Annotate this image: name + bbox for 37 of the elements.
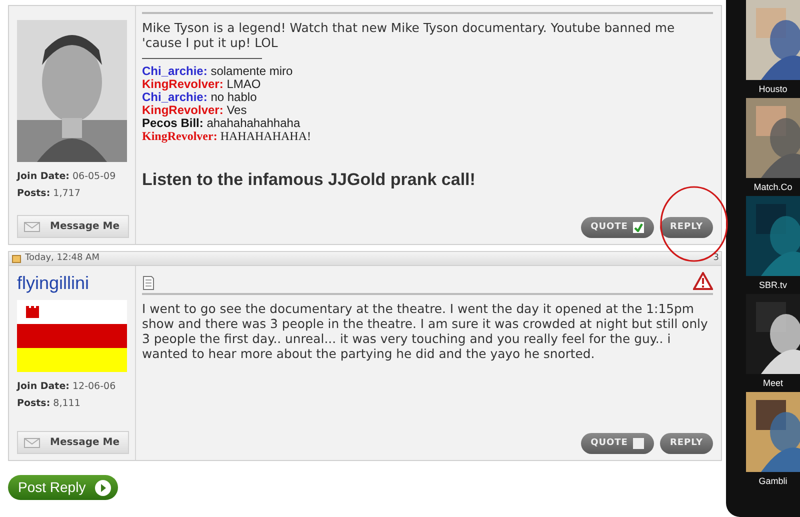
- reply-button[interactable]: REPLY: [660, 433, 713, 454]
- join-date: Join Date: 06-05-09: [17, 170, 117, 184]
- username[interactable]: flyingillini: [17, 272, 127, 294]
- signature-line: KingRevolver: Ves: [142, 104, 248, 117]
- play-icon: [94, 478, 112, 496]
- post-icon: [12, 254, 21, 263]
- join-date: Join Date: 12-06-06: [17, 380, 117, 394]
- post-message: I went to go see the documentary at the theatre. I went the day it opened at the 1:15pm show and there was 3 people in the theatre. I am sure it was crowded at night but still only 3 people the first day.. unreal... it was very touching and you really feel for the guy.. i wanted to hear more about the partying he did and the yayo he snorted.: [142, 301, 709, 361]
- quote-button[interactable]: QUOTE: [580, 433, 654, 454]
- quote-checkbox[interactable]: [632, 222, 644, 233]
- signature-line: KingRevolver: LMAO: [142, 78, 262, 91]
- video-caption[interactable]: Meet: [746, 377, 800, 389]
- post-message: Mike Tyson is a legend! Watch that new Mike Tyson documentary. Youtube banned me 'cause I put it up! LOL: [142, 20, 676, 50]
- warning-icon: [693, 272, 713, 290]
- signature-line: Chi_archie: solamente miro: [142, 65, 294, 78]
- reply-button[interactable]: REPLY: [660, 217, 713, 238]
- quote-button[interactable]: QUOTE: [580, 217, 654, 238]
- post-count: Posts: 8,111: [17, 397, 82, 411]
- checkmark-icon: [634, 223, 643, 232]
- video-caption[interactable]: Match.Co: [746, 181, 800, 193]
- message-me-button[interactable]: Message Me: [17, 215, 129, 238]
- post-date: Today, 12:48 AM: [25, 252, 100, 265]
- post-count: Posts: 1,717: [17, 187, 82, 201]
- signature-line: KingRevolver: HAHAHAHAHA!: [142, 130, 312, 143]
- signature-line: Pecos Bill: ahahahahahhaha: [142, 117, 302, 130]
- video-caption[interactable]: Housto: [746, 83, 800, 95]
- signature-link[interactable]: Listen to the infamous JJGold prank call!: [142, 167, 713, 192]
- quote-checkbox[interactable]: [632, 438, 644, 449]
- signature-line: Chi_archie: no hablo: [142, 91, 258, 104]
- video-caption[interactable]: Gambli: [746, 475, 800, 487]
- post-number: 3: [713, 252, 719, 265]
- document-icon: [142, 276, 154, 290]
- post-reply-button[interactable]: Post Reply: [8, 475, 118, 500]
- video-caption[interactable]: SBR.tv: [746, 279, 800, 291]
- envelope-icon: [24, 438, 40, 448]
- envelope-icon: [24, 222, 40, 232]
- message-me-button[interactable]: Message Me: [17, 431, 129, 454]
